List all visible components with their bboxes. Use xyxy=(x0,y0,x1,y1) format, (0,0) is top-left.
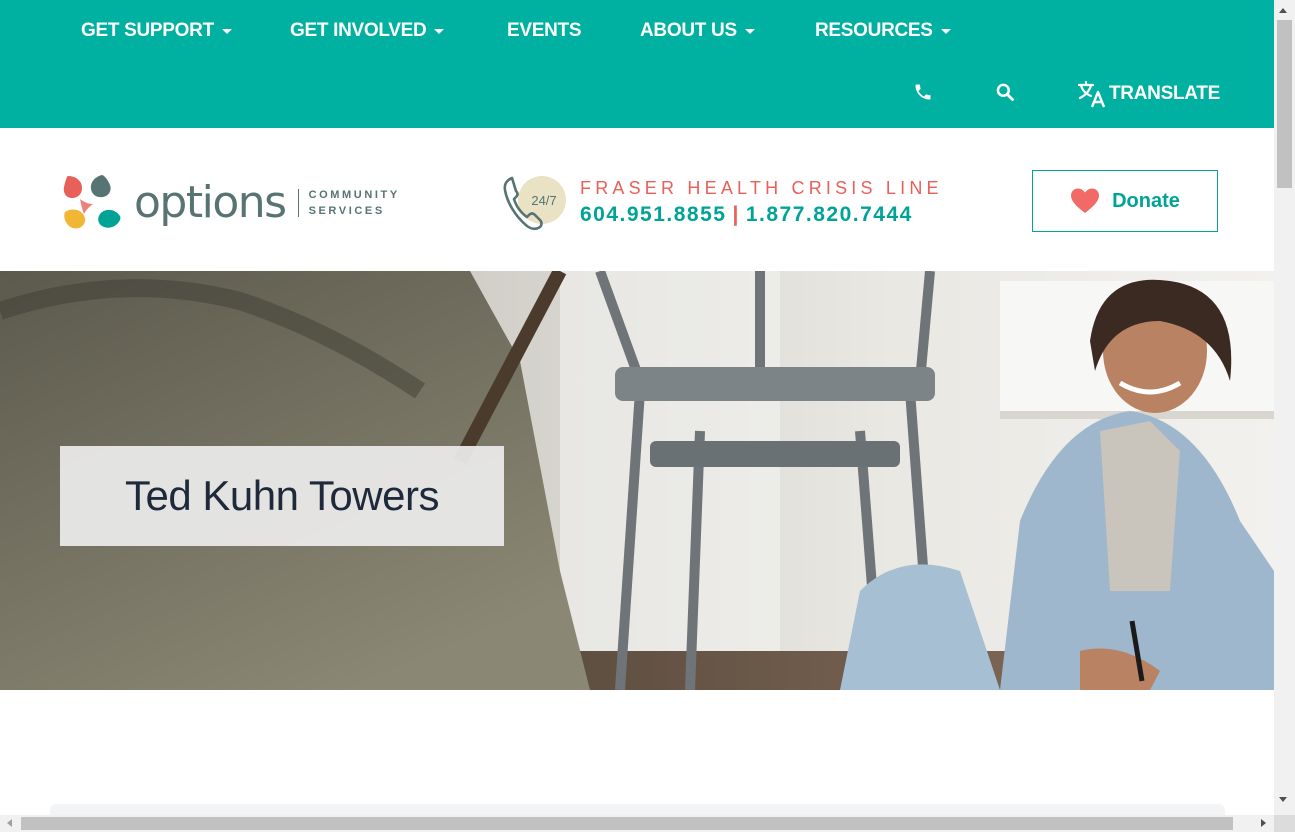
translate-button[interactable]: TRANSLATE xyxy=(1077,79,1220,109)
hero-banner: Ted Kuhn Towers xyxy=(0,271,1274,690)
crisis-title: FRASER HEALTH CRISIS LINE xyxy=(580,177,943,198)
horizontal-scroll-thumb[interactable] xyxy=(21,817,1233,830)
crisis-phone-2[interactable]: 1.877.820.7444 xyxy=(746,203,913,226)
nav-events[interactable]: EVENTS xyxy=(507,20,582,42)
nav-about-us-label: ABOUT US xyxy=(640,20,737,41)
top-navigation: GET SUPPORT GET INVOLVED EVENTS ABOUT US… xyxy=(0,0,1274,128)
logo-subtitle: COMMUNITY SERVICES xyxy=(309,187,400,219)
crisis-phone-1[interactable]: 604.951.8855 xyxy=(580,203,726,226)
translate-icon xyxy=(1077,80,1106,108)
logo-sub-line1: COMMUNITY xyxy=(308,189,400,201)
nav-resources-label: RESOURCES xyxy=(815,20,933,41)
nav-get-involved[interactable]: GET INVOLVED xyxy=(290,20,445,42)
caret-down-icon xyxy=(940,28,951,34)
nav-resources[interactable]: RESOURCES xyxy=(815,20,951,42)
scroll-right-arrow-icon[interactable] xyxy=(1261,819,1266,827)
scrollbar-corner xyxy=(1274,815,1295,832)
page: GET SUPPORT GET INVOLVED EVENTS ABOUT US… xyxy=(0,0,1274,815)
phone-24-7-icon: 24/7 xyxy=(503,176,566,231)
phone-button[interactable] xyxy=(913,82,933,102)
translate-label: TRANSLATE xyxy=(1109,83,1220,104)
crisis-separator: | xyxy=(732,202,740,226)
caret-down-icon xyxy=(434,28,445,34)
nav-get-involved-label: GET INVOLVED xyxy=(290,20,427,41)
logo-mark-icon xyxy=(63,175,121,229)
logo-wordmark: options xyxy=(134,177,287,228)
vertical-scroll-thumb[interactable] xyxy=(1277,20,1292,188)
nav-events-label: EVENTS xyxy=(507,20,582,41)
scroll-up-arrow-icon[interactable] xyxy=(1279,8,1287,13)
scroll-left-arrow-icon[interactable] xyxy=(7,819,12,827)
heart-icon xyxy=(1071,188,1100,213)
donate-button[interactable]: Donate xyxy=(1032,170,1218,232)
nav-get-support-label: GET SUPPORT xyxy=(81,20,214,41)
scroll-down-arrow-icon[interactable] xyxy=(1279,797,1287,802)
nav-about-us[interactable]: ABOUT US xyxy=(640,20,755,42)
caret-down-icon xyxy=(744,28,755,34)
hero-title-box: Ted Kuhn Towers xyxy=(60,446,504,546)
caret-down-icon xyxy=(221,28,232,34)
content-card-top xyxy=(50,804,1225,815)
logo-divider xyxy=(297,189,299,217)
site-logo[interactable]: options COMMUNITY SERVICES xyxy=(62,172,400,234)
donate-label: Donate xyxy=(1112,189,1180,212)
badge-24-7: 24/7 xyxy=(531,193,556,208)
nav-get-support[interactable]: GET SUPPORT xyxy=(81,20,232,42)
crisis-line: 24/7 FRASER HEALTH CRISIS LINE 604.951.8… xyxy=(502,170,943,234)
page-title: Ted Kuhn Towers xyxy=(125,472,439,519)
logo-sub-line2: SERVICES xyxy=(308,205,385,217)
phone-icon xyxy=(915,84,931,100)
search-icon xyxy=(996,83,1014,101)
search-button[interactable] xyxy=(995,82,1015,102)
